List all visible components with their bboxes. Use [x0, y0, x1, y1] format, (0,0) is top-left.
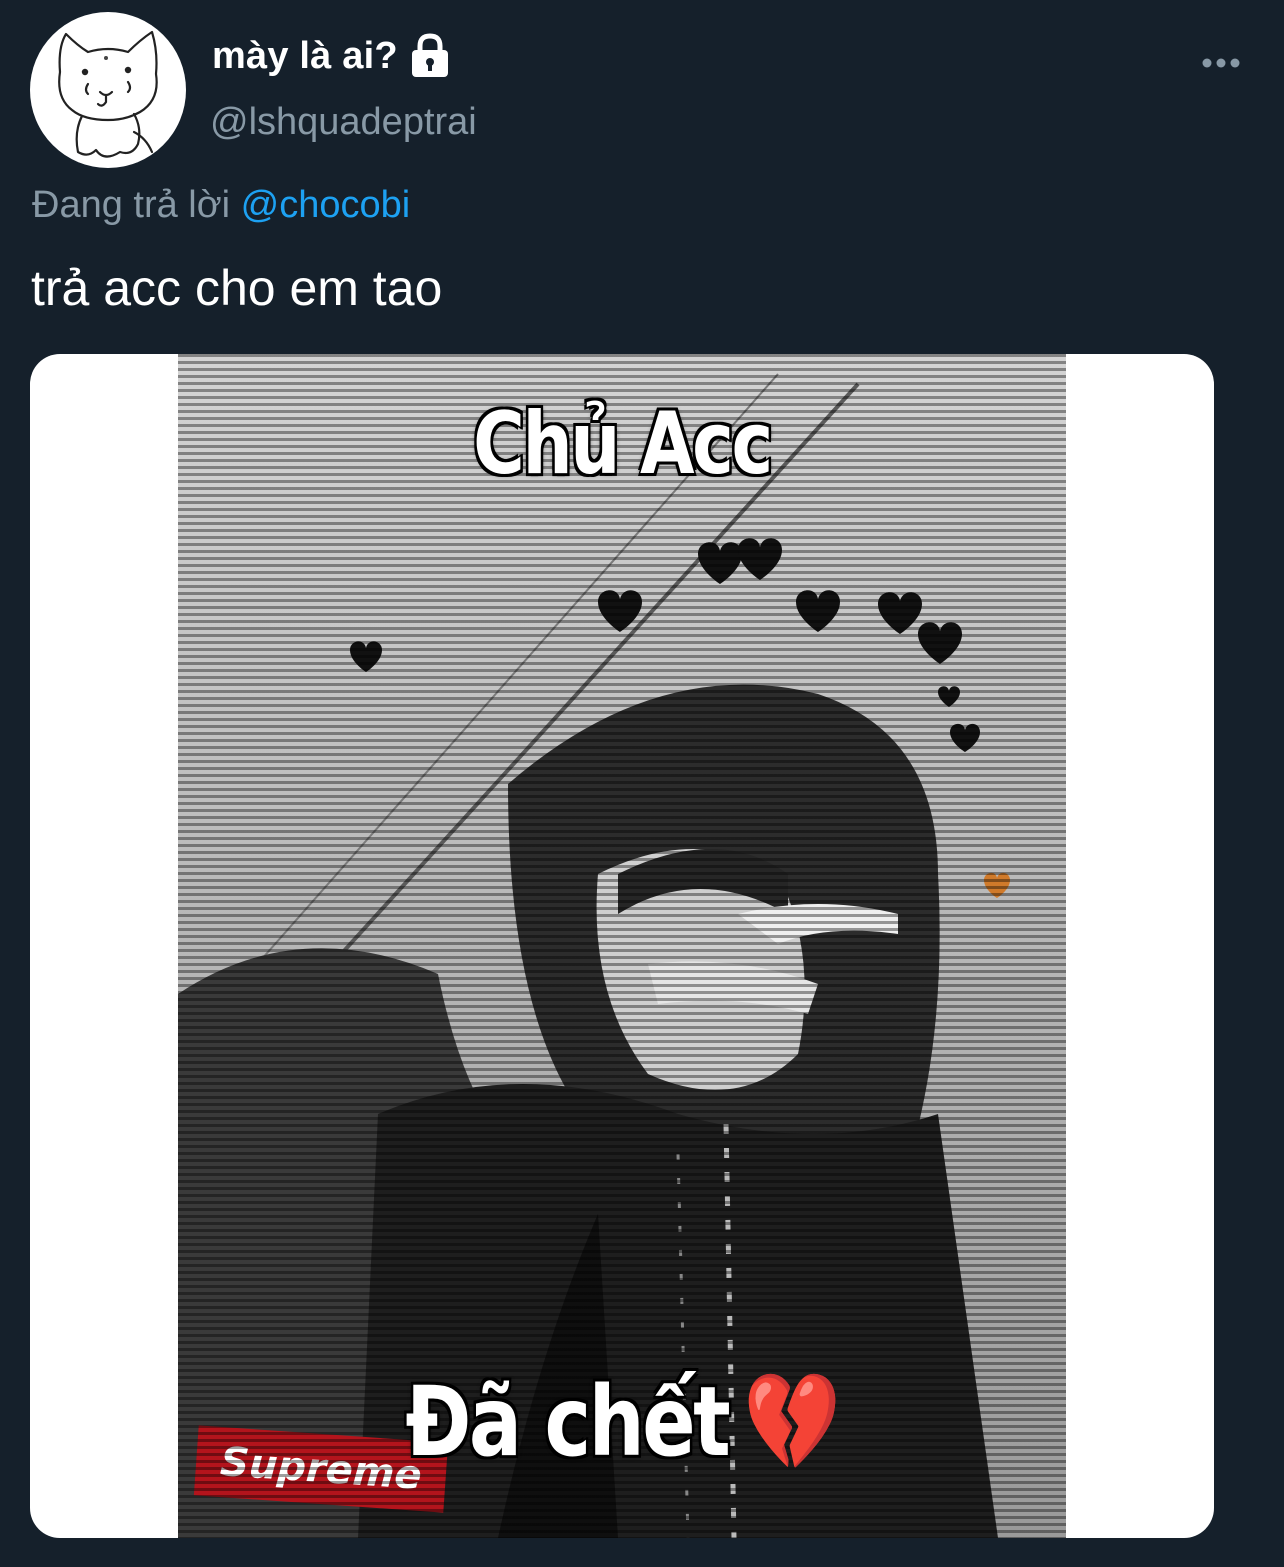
- author-display-name[interactable]: mày là ai?: [212, 30, 398, 82]
- reply-prefix: Đang trả lời: [32, 184, 231, 226]
- lock-icon: [408, 33, 452, 79]
- tweet-text: trả acc cho em tao: [31, 260, 443, 316]
- caption-top: Chủ Acc: [472, 393, 775, 496]
- avatar[interactable]: [30, 12, 186, 168]
- more-horizontal-icon: [1202, 58, 1240, 68]
- author-handle[interactable]: @lshquadeptrai: [210, 97, 477, 147]
- photo-scene: [178, 354, 1066, 1538]
- tweet-detail: mày là ai? @lshquadeptrai Đang trả lời @…: [0, 0, 1284, 1567]
- more-options-button[interactable]: [1196, 48, 1246, 78]
- caption-bottom: Đã chết 💔: [258, 1365, 986, 1480]
- tweet-media[interactable]: Supreme Chủ Acc Đã chết 💔: [30, 354, 1214, 1538]
- broken-heart-icon: 💔: [743, 1366, 841, 1478]
- reply-mention-link[interactable]: @chocobi: [241, 184, 411, 226]
- media-photo[interactable]: Supreme Chủ Acc Đã chết 💔: [178, 354, 1066, 1538]
- author-name-row[interactable]: mày là ai?: [212, 30, 452, 82]
- reply-context: Đang trả lời @chocobi: [32, 180, 410, 230]
- caption-bottom-text: Đã chết: [404, 1365, 732, 1480]
- cat-doodle-avatar-icon: [58, 30, 158, 158]
